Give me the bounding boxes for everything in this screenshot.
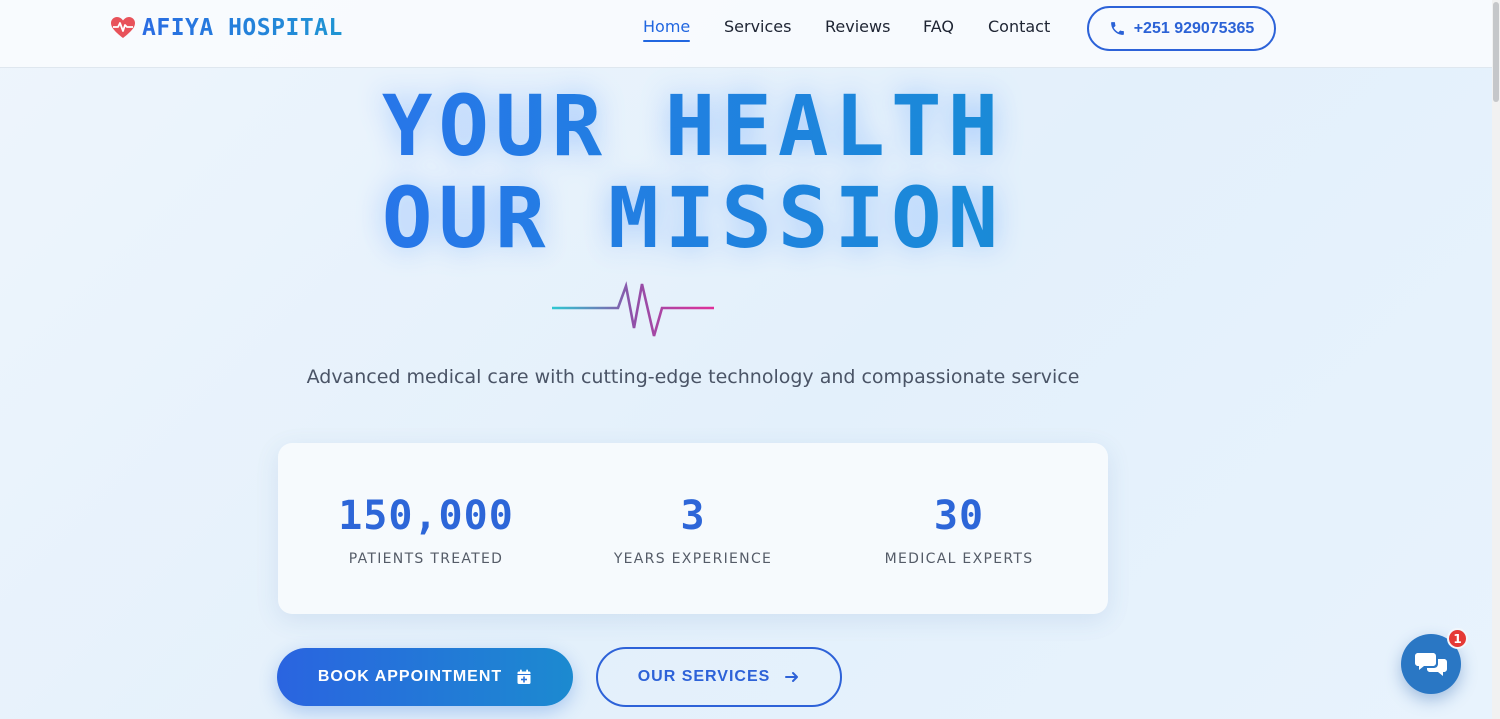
nav-home[interactable]: Home	[643, 17, 691, 42]
nav-services[interactable]: Services	[724, 17, 791, 36]
stat-experts: 30 MEDICAL EXPERTS	[821, 443, 1097, 614]
hero-title-line1: YOUR HEALTH	[381, 77, 1005, 175]
stat-value: 3	[680, 493, 706, 539]
phone-button[interactable]: +251 929075365	[1087, 6, 1276, 51]
chat-notification-badge: 1	[1447, 628, 1468, 649]
chat-bubbles-icon	[1415, 653, 1447, 676]
nav-reviews[interactable]: Reviews	[825, 17, 890, 36]
our-services-button[interactable]: OUR SERVICES	[596, 647, 842, 707]
nav-faq[interactable]: FAQ	[923, 17, 954, 36]
nav-contact[interactable]: Contact	[988, 17, 1050, 36]
scrollbar-thumb[interactable]	[1493, 2, 1499, 102]
phone-number: +251 929075365	[1133, 19, 1255, 37]
our-services-label: OUR SERVICES	[637, 668, 771, 685]
stat-experience: 3 YEARS EXPERIENCE	[555, 443, 831, 614]
hero-title-line2: OUR MISSION	[381, 169, 1005, 267]
site-header: AFIYA HOSPITAL Home Services Reviews FAQ…	[0, 0, 1492, 68]
stat-value: 150,000	[338, 493, 514, 539]
calendar-plus-icon	[517, 669, 531, 684]
hero-subtitle: Advanced medical care with cutting-edge …	[306, 366, 1080, 388]
book-appointment-label: BOOK APPOINTMENT	[317, 668, 503, 685]
stat-value: 30	[933, 493, 985, 539]
stat-label: YEARS EXPERIENCE	[613, 551, 773, 567]
stat-label: MEDICAL EXPERTS	[884, 551, 1034, 567]
stat-label: PATIENTS TREATED	[348, 551, 504, 567]
book-appointment-button[interactable]: BOOK APPOINTMENT	[277, 648, 573, 706]
stats-card: 150,000 PATIENTS TREATED 3 YEARS EXPERIE…	[278, 443, 1108, 614]
heartbeat-line-icon	[552, 281, 714, 337]
hero-title: YOUR HEALTH OUR MISSION	[0, 80, 1386, 264]
stat-patients: 150,000 PATIENTS TREATED	[288, 443, 564, 614]
scrollbar-track[interactable]	[1492, 0, 1500, 719]
arrow-right-icon	[785, 672, 799, 682]
phone-icon	[1110, 22, 1124, 35]
